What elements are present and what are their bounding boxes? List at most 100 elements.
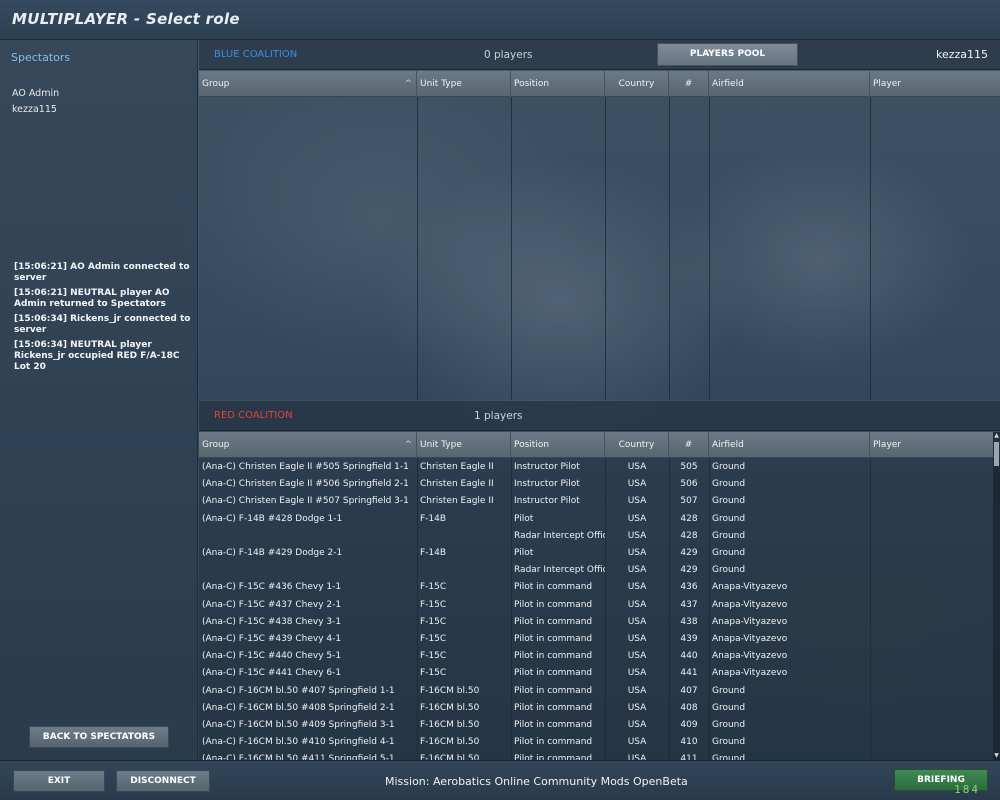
spectator-item[interactable]: kezza115 — [12, 104, 57, 115]
cell-group: (Ana-C) F-15C #436 Chevy 1-1 — [202, 582, 342, 593]
cell-unit-type — [417, 528, 511, 545]
cell-position: Pilot in command — [514, 702, 593, 713]
cell-airfield: Ground — [712, 685, 746, 696]
scroll-thumb[interactable] — [994, 442, 999, 466]
table-row[interactable]: (Ana-C) F-16CM bl.50 #408 Springfield 2-… — [199, 700, 994, 717]
column-header-airfield[interactable]: Airfield — [709, 432, 870, 458]
back-to-spectators-button[interactable]: BACK TO SPECTATORS — [29, 726, 169, 748]
cell-airfield: Anapa-Vityazevo — [712, 599, 788, 610]
table-row[interactable]: (Ana-C) Christen Eagle II #506 Springfie… — [199, 476, 994, 493]
column-header-position[interactable]: Position — [511, 432, 605, 458]
table-row[interactable]: (Ana-C) Christen Eagle II #505 Springfie… — [199, 459, 994, 476]
disconnect-button[interactable]: DISCONNECT — [116, 770, 210, 792]
cell-number: 411 — [680, 754, 698, 760]
cell-group: (Ana-C) F-16CM bl.50 #410 Springfield 4-… — [202, 737, 395, 748]
scroll-down-icon[interactable]: ▼ — [993, 752, 1000, 760]
cell-number: 428 — [680, 513, 698, 524]
cell-country: USA — [627, 496, 647, 507]
players-pool-button[interactable]: PLAYERS POOL — [657, 43, 798, 66]
red-player-count: 1 players — [474, 410, 523, 422]
cell-number: 428 — [680, 530, 698, 541]
column-header-number[interactable]: # — [669, 71, 709, 97]
cell-position: Instructor Pilot — [514, 496, 580, 507]
column-header-position[interactable]: Position — [511, 71, 605, 97]
table-row[interactable]: (Ana-C) F-15C #440 Chevy 5-1 F-15C Pilot i… — [199, 648, 994, 665]
cell-player — [870, 700, 993, 717]
spectator-item[interactable]: AO Admin — [12, 88, 59, 99]
cell-group: (Ana-C) Christen Eagle II #505 Springfie… — [202, 462, 409, 472]
chat-message: [15:06:21] AO Admin connected to server — [14, 262, 190, 283]
cell-number: 436 — [680, 582, 698, 593]
cell-position: Pilot in command — [514, 651, 593, 662]
table-row[interactable]: (Ana-C) F-15C #441 Chevy 6-1 F-15C Pilot i… — [199, 665, 994, 682]
cell-airfield: Ground — [712, 479, 746, 490]
cell-airfield: Ground — [712, 462, 746, 472]
exit-button[interactable]: EXIT — [13, 770, 105, 792]
cell-player — [870, 631, 993, 648]
column-header-player[interactable]: Player — [870, 432, 993, 458]
cell-player — [870, 579, 993, 596]
table-row[interactable]: (Ana-C) F-15C #439 Chevy 4-1 F-15C Pilot i… — [199, 631, 994, 648]
table-row[interactable]: (Ana-C) F-16CM bl.50 #407 Springfield 1-… — [199, 683, 994, 700]
cell-position: Pilot in command — [514, 634, 593, 644]
cell-unit-type: F-15C — [420, 634, 447, 644]
column-header-group[interactable]: Group ^ — [199, 432, 417, 458]
cell-airfield: Ground — [712, 737, 746, 748]
cell-number: 439 — [680, 634, 698, 644]
column-header-player[interactable]: Player — [870, 71, 1000, 97]
chat-message: [15:06:34] NEUTRAL player Rickens_jr occ… — [14, 340, 180, 372]
red-table-scrollbar[interactable]: ▲ ▼ — [993, 432, 1000, 760]
cell-number: 410 — [680, 737, 698, 748]
table-row[interactable]: (Ana-C) F-16CM bl.50 #409 Springfield 3-… — [199, 717, 994, 734]
red-coalition-title: RED COALITION — [214, 410, 293, 421]
cell-airfield: Anapa-Vityazevo — [712, 582, 788, 593]
cell-position: Radar Intercept Offic — [514, 565, 605, 576]
blue-coalition-bar: BLUE COALITION 0 players PLAYERS POOL ke… — [199, 40, 1000, 70]
column-header-number[interactable]: # — [669, 432, 709, 458]
table-row[interactable]: (Ana-C) F-16CM bl.50 #410 Springfield 4-… — [199, 734, 994, 751]
cell-player — [870, 734, 993, 751]
cell-player — [870, 511, 993, 528]
cell-group: (Ana-C) F-14B #428 Dodge 1-1 — [202, 513, 343, 524]
cell-number: 409 — [680, 720, 698, 730]
cell-airfield: Ground — [712, 565, 746, 576]
cell-unit-type: F-16CM bl.50 — [420, 702, 480, 713]
table-row[interactable]: (Ana-C) F-15C #438 Chevy 3-1 F-15C Pilot i… — [199, 614, 994, 631]
table-row[interactable]: (Ana-C) F-16CM bl.50 #411 Springfield 5-… — [199, 751, 994, 760]
cell-group: (Ana-C) F-15C #437 Chevy 2-1 — [202, 599, 342, 610]
table-row[interactable]: (Ana-C) F-14B #429 Dodge 2-1 F-14B Pilot US… — [199, 545, 994, 562]
column-header-country[interactable]: Country — [605, 71, 669, 97]
cell-airfield: Ground — [712, 548, 746, 558]
cell-airfield: Ground — [712, 720, 746, 730]
cell-player — [870, 751, 993, 760]
table-row[interactable]: Radar Intercept Offic USA 428 Ground — [199, 528, 994, 545]
cell-unit-type: F-15C — [420, 668, 447, 679]
cell-group: (Ana-C) F-15C #438 Chevy 3-1 — [202, 616, 342, 627]
table-row[interactable]: Radar Intercept Offic USA 429 Ground — [199, 562, 994, 579]
cell-player — [870, 683, 993, 700]
cell-airfield: Ground — [712, 702, 746, 713]
chat-log: [15:06:21] AO Admin connected to server … — [14, 262, 196, 377]
table-row[interactable]: (Ana-C) F-14B #428 Dodge 1-1 F-14B Pilot US… — [199, 511, 994, 528]
cell-position: Pilot in command — [514, 737, 593, 748]
cell-country: USA — [627, 599, 647, 610]
column-header-airfield[interactable]: Airfield — [709, 71, 870, 97]
column-header-unit-type[interactable]: Unit Type — [417, 71, 511, 97]
column-header-country[interactable]: Country — [605, 432, 669, 458]
cell-player — [870, 493, 993, 510]
table-row[interactable]: (Ana-C) F-15C #436 Chevy 1-1 F-15C Pilot i… — [199, 579, 994, 596]
column-header-unit-type[interactable]: Unit Type — [417, 432, 511, 458]
scroll-up-icon[interactable]: ▲ — [993, 432, 1000, 440]
table-row[interactable]: (Ana-C) Christen Eagle II #507 Springfie… — [199, 493, 994, 510]
cell-country: USA — [627, 479, 647, 490]
cell-position: Pilot in command — [514, 685, 593, 696]
column-header-group[interactable]: Group ^ — [199, 71, 417, 97]
table-row[interactable]: (Ana-C) F-15C #437 Chevy 2-1 F-15C Pilot i… — [199, 597, 994, 614]
cell-country: USA — [627, 651, 647, 662]
cell-group: (Ana-C) F-16CM bl.50 #409 Springfield 3-… — [202, 720, 395, 730]
red-table-header: Group ^ Unit Type Position Country # Airf… — [199, 432, 993, 458]
cell-country: USA — [627, 702, 647, 713]
cell-position: Pilot in command — [514, 599, 593, 610]
cell-player — [870, 717, 993, 734]
cell-group: (Ana-C) F-16CM bl.50 #411 Springfield 5-… — [202, 754, 395, 760]
